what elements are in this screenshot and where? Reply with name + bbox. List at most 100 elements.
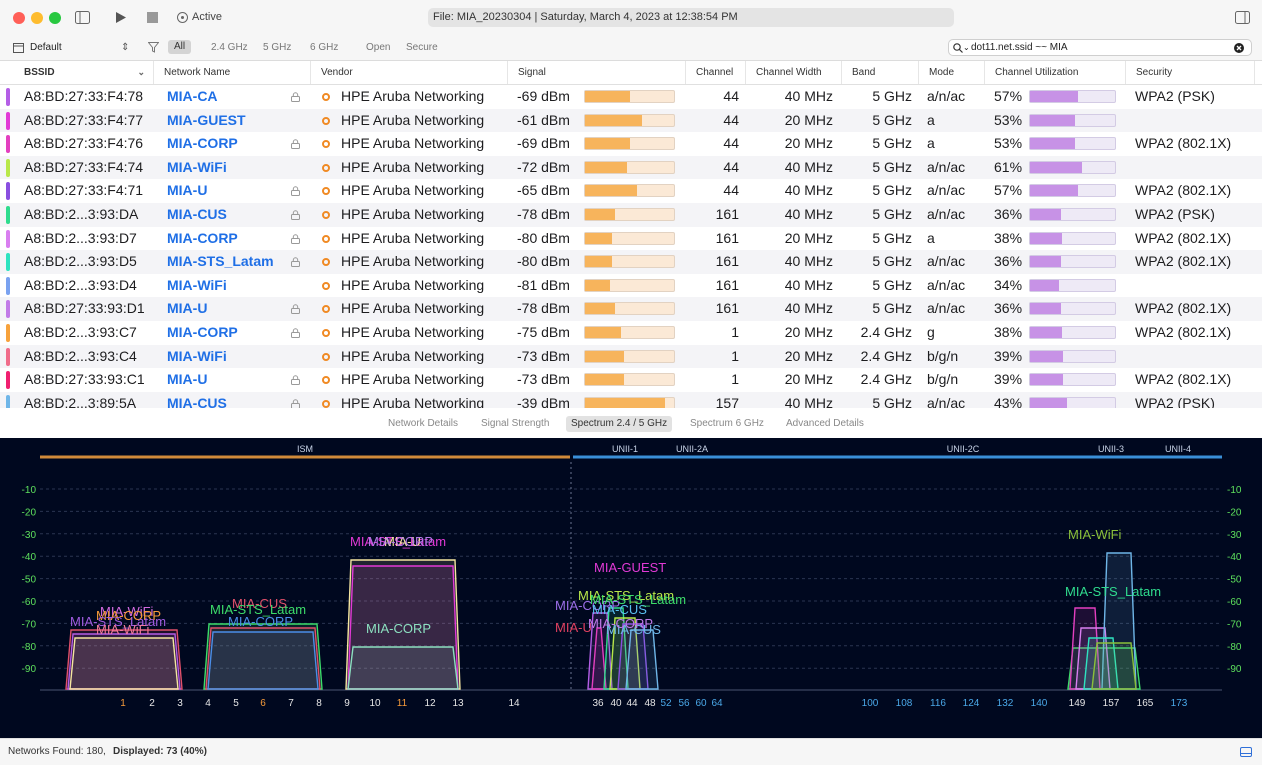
bssid-cell: A8:BD:27:33:F4:77 bbox=[24, 111, 144, 128]
signal-bar-fill bbox=[585, 209, 616, 220]
column-header-channel[interactable]: Channel bbox=[690, 61, 746, 84]
column-header-channel-utilization[interactable]: Channel Utilization bbox=[989, 61, 1126, 84]
y-tick-label-right: -90 bbox=[1227, 664, 1242, 675]
utilization-bar bbox=[1029, 396, 1116, 408]
mode-cell: a bbox=[927, 229, 935, 246]
x-channel-label: 132 bbox=[997, 698, 1014, 709]
x-channel-label: 40 bbox=[610, 698, 622, 709]
x-channel-label: 12 bbox=[424, 698, 436, 709]
stop-icon[interactable] bbox=[147, 12, 158, 23]
table-row[interactable]: A8:BD:2...3:93:D5 MIA-STS_Latam HPE Aruba … bbox=[0, 250, 1262, 274]
zoom-window-button[interactable] bbox=[49, 12, 61, 24]
utilization-bar bbox=[1029, 373, 1116, 387]
table-row[interactable]: A8:BD:27:33:F4:74 MIA-WiFi HPE Aruba Netwo… bbox=[0, 155, 1262, 180]
clear-search-icon[interactable] bbox=[1234, 43, 1244, 53]
security-cell bbox=[1135, 109, 1260, 133]
table-row[interactable]: A8:BD:27:33:93:D1 MIA-U HPE Aruba Networki… bbox=[0, 297, 1262, 321]
profile-select[interactable]: Default bbox=[30, 42, 62, 53]
row-color-indicator bbox=[6, 135, 10, 154]
x-channel-label: 157 bbox=[1103, 698, 1120, 709]
security-cell bbox=[1135, 156, 1260, 180]
vendor-logo-icon bbox=[322, 305, 330, 314]
tab-network-details[interactable]: Network Details bbox=[383, 416, 463, 432]
filter-secure-button[interactable]: Secure bbox=[406, 42, 438, 53]
x-channel-label: 7 bbox=[288, 698, 294, 709]
panel-toggle-icon[interactable] bbox=[1240, 747, 1252, 757]
tab-signal-strength[interactable]: Signal Strength bbox=[476, 416, 554, 432]
column-header-security[interactable]: Security bbox=[1130, 61, 1255, 84]
search-field[interactable]: ⌄ dot11.net.ssid ~~ MIA bbox=[948, 39, 1252, 56]
security-cell: WPA2 (PSK) bbox=[1135, 394, 1215, 408]
table-row[interactable]: A8:BD:27:33:F4:77 MIA-GUEST HPE Aruba Netw… bbox=[0, 108, 1262, 133]
filter-open-button[interactable]: Open bbox=[366, 42, 390, 53]
tab-advanced-details[interactable]: Advanced Details bbox=[781, 416, 869, 432]
search-input[interactable]: dot11.net.ssid ~~ MIA bbox=[971, 40, 1068, 55]
column-header-network-name[interactable]: Network Name bbox=[158, 61, 311, 84]
table-row[interactable]: A8:BD:2...3:93:C4 MIA-WiFi HPE Aruba Netwo… bbox=[0, 344, 1262, 369]
table-row[interactable]: A8:BD:2...3:93:D7 MIA-CORP HPE Aruba Netwo… bbox=[0, 227, 1262, 251]
bssid-cell: A8:BD:27:33:93:C1 bbox=[24, 371, 145, 388]
mode-cell: a/n/ac bbox=[927, 158, 966, 175]
table-row[interactable]: A8:BD:2...3:93:D4 MIA-WiFi HPE Aruba Netwo… bbox=[0, 274, 1262, 298]
search-icon bbox=[953, 43, 963, 53]
network-label: MIA-GUEST bbox=[594, 560, 666, 575]
tab-spectrum-6[interactable]: Spectrum 6 GHz bbox=[685, 416, 769, 432]
channel-cell: 161 bbox=[715, 276, 739, 293]
signal-bar bbox=[584, 302, 675, 316]
filter-all-button[interactable]: All bbox=[168, 40, 191, 54]
minimize-window-button[interactable] bbox=[31, 12, 43, 24]
bssid-cell: A8:BD:2...3:93:DA bbox=[24, 206, 139, 222]
table-row[interactable]: A8:BD:27:33:F4:76 MIA-CORP HPE Aruba Netwo… bbox=[0, 132, 1262, 156]
vendor-logo-icon bbox=[322, 93, 330, 101]
vendor-logo-icon bbox=[322, 399, 330, 408]
row-color-indicator bbox=[6, 206, 10, 224]
table-row[interactable]: A8:BD:2...3:93:DA MIA-CUS HPE Aruba Networ… bbox=[0, 203, 1262, 227]
tab-spectrum-24-5[interactable]: Spectrum 2.4 / 5 GHz bbox=[566, 416, 673, 432]
band-cell: 5 GHz bbox=[872, 111, 912, 128]
filter-5ghz-button[interactable]: 5 GHz bbox=[263, 42, 291, 53]
table-row[interactable]: A8:BD:27:33:F4:71 MIA-U HPE Aruba Networki… bbox=[0, 179, 1262, 203]
lock-icon bbox=[291, 375, 300, 386]
table-row[interactable]: A8:BD:27:33:93:C1 MIA-U HPE Aruba Networki… bbox=[0, 368, 1262, 392]
table-row[interactable]: A8:BD:2...3:93:C7 MIA-CORP HPE Aruba Netwo… bbox=[0, 321, 1262, 345]
filter-icon[interactable] bbox=[148, 42, 159, 53]
file-info-field: File: MIA_20230304 | Saturday, March 4, … bbox=[428, 8, 954, 27]
network-label: MIA-CORP bbox=[368, 534, 433, 549]
table-row[interactable]: A8:BD:2...3:89:5A MIA-CUS HPE Aruba Networ… bbox=[0, 391, 1262, 408]
column-header-bssid[interactable]: BSSID ⌄ bbox=[18, 61, 154, 84]
filter-24ghz-button[interactable]: 2.4 GHz bbox=[211, 42, 248, 53]
network-name-cell: MIA-U bbox=[167, 300, 208, 317]
sidebar-toggle-icon[interactable] bbox=[75, 11, 90, 24]
column-header-channel-width[interactable]: Channel Width bbox=[750, 61, 842, 84]
x-channel-label: 5 bbox=[233, 698, 239, 709]
search-options-chevron-icon[interactable]: ⌄ bbox=[963, 40, 970, 55]
column-header-mode[interactable]: Mode bbox=[923, 61, 985, 84]
filter-6ghz-button[interactable]: 6 GHz bbox=[310, 42, 338, 53]
chevron-updown-icon[interactable]: ⇕ bbox=[121, 42, 129, 53]
networks-table[interactable]: A8:BD:27:33:F4:78 MIA-CA HPE Aruba Network… bbox=[0, 85, 1262, 408]
column-header-band[interactable]: Band bbox=[846, 61, 919, 84]
column-header-signal[interactable]: Signal bbox=[512, 61, 686, 84]
signal-bar-fill bbox=[585, 327, 621, 338]
column-header-vendor[interactable]: Vendor bbox=[315, 61, 508, 84]
x-channel-label: 36 bbox=[592, 698, 604, 709]
vendor-cell: HPE Aruba Networking bbox=[341, 111, 485, 128]
mode-cell: a/n/ac bbox=[927, 276, 966, 293]
row-color-indicator bbox=[6, 253, 10, 272]
channel-cell: 44 bbox=[723, 135, 739, 152]
signal-cell: -81 dBm bbox=[517, 276, 570, 293]
x-channel-label: 9 bbox=[344, 698, 350, 709]
band-label: UNII-3 bbox=[1098, 444, 1124, 454]
table-row[interactable]: A8:BD:27:33:F4:78 MIA-CA HPE Aruba Network… bbox=[0, 85, 1262, 109]
play-icon[interactable] bbox=[115, 11, 127, 24]
band-cell: 5 GHz bbox=[872, 276, 912, 293]
signal-bar-fill bbox=[585, 350, 625, 362]
inspector-toggle-icon[interactable] bbox=[1235, 11, 1250, 24]
signal-cell: -39 dBm bbox=[517, 394, 570, 408]
utilization-bar bbox=[1029, 255, 1116, 269]
lock-icon bbox=[291, 210, 300, 220]
security-cell: WPA2 (802.1X) bbox=[1135, 229, 1232, 246]
band-cell: 2.4 GHz bbox=[860, 371, 912, 388]
x-channel-label: 116 bbox=[930, 698, 946, 709]
close-window-button[interactable] bbox=[13, 12, 25, 24]
